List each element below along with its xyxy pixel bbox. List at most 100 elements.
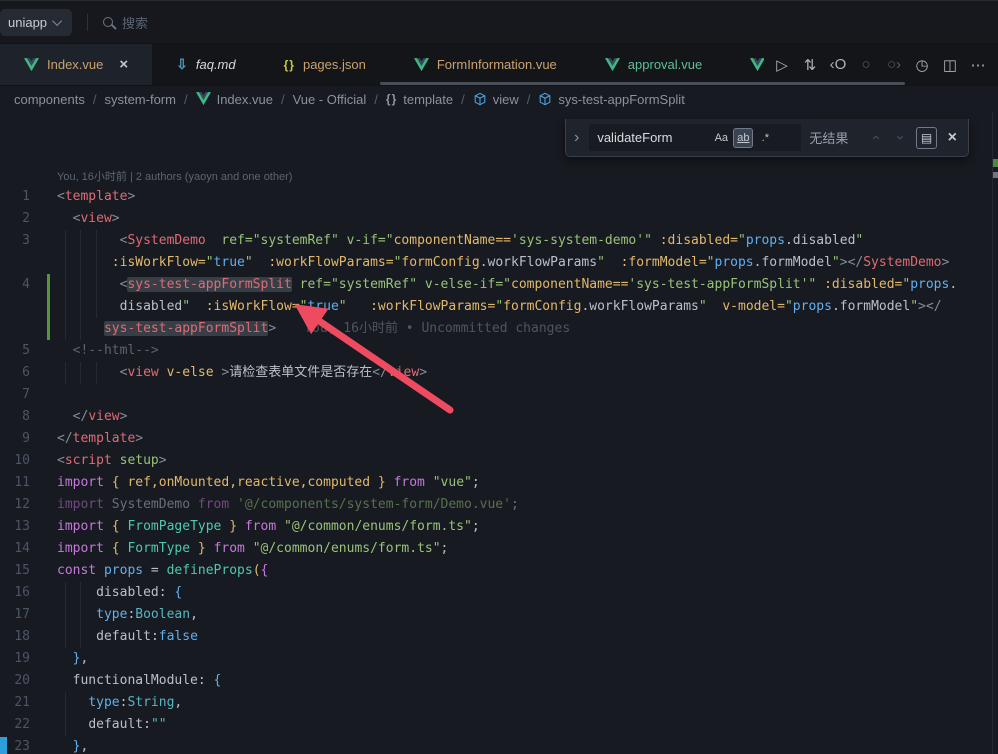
more-actions-icon[interactable]: ⋯: [966, 52, 990, 78]
gutter: 3: [0, 230, 57, 252]
previous-match-button[interactable]: ›: [867, 129, 884, 146]
breadcrumb-item-Vue - Official[interactable]: Vue - Official: [293, 92, 367, 107]
gutter: 6: [0, 362, 57, 384]
find-query-input[interactable]: [597, 130, 709, 145]
line-number[interactable]: 6: [22, 365, 30, 380]
tab-faq.md[interactable]: ⇩faq.md: [152, 44, 259, 85]
line-number[interactable]: 8: [22, 409, 30, 424]
code-text[interactable]: import { FromPageType } from "@/common/e…: [57, 516, 998, 538]
code-text[interactable]: :isWorkFlow="true" :workFlowParams="form…: [57, 252, 998, 274]
find-in-selection-toggle[interactable]: ▤: [916, 127, 936, 149]
code-text[interactable]: disabled" :isWorkFlow="true" :workFlowPa…: [57, 296, 998, 318]
indent-guide: [65, 626, 66, 648]
line-number[interactable]: 23: [14, 739, 30, 754]
line-number[interactable]: 20: [14, 673, 30, 688]
breadcrumb-item-sys-test-appFormSplit[interactable]: sys-test-appFormSplit: [538, 92, 684, 107]
code-text[interactable]: <view v-else >请检查表单文件是否存在</view>: [57, 362, 998, 384]
code-text[interactable]: [57, 384, 998, 406]
global-search-box[interactable]: 搜索: [103, 13, 148, 32]
code-text[interactable]: <sys-test-appFormSplit ref="systemRef" v…: [57, 274, 998, 296]
breadcrumb-item-system-form[interactable]: system-form: [104, 92, 176, 107]
tab-FormInformation.vue[interactable]: FormInformation.vue: [390, 44, 581, 85]
code-text[interactable]: default:"": [57, 714, 998, 736]
line-number[interactable]: 14: [14, 541, 30, 556]
line-number[interactable]: 4: [22, 277, 30, 292]
line-number[interactable]: 1: [22, 189, 30, 204]
modified-gutter-bar: [47, 318, 50, 340]
code-text[interactable]: functionalModule: {: [57, 670, 998, 692]
whole-word-toggle[interactable]: ab: [733, 128, 753, 148]
line-number[interactable]: 12: [14, 497, 30, 512]
code-text[interactable]: <SystemDemo ref="systemRef" v-if="compon…: [57, 230, 998, 252]
code-text[interactable]: type:Boolean,: [57, 604, 998, 626]
code-text[interactable]: import { FormType } from "@/common/enums…: [57, 538, 998, 560]
line-number[interactable]: 16: [14, 585, 30, 600]
code-text[interactable]: <!--html-->: [57, 340, 998, 362]
line-number[interactable]: 22: [14, 717, 30, 732]
gutter: 22: [0, 714, 57, 736]
code-lines: You, 16小时前 | 2 authors (yaoyn and one ot…: [0, 112, 998, 754]
circle-outline-icon[interactable]: ○: [854, 52, 878, 78]
line-number[interactable]: 7: [22, 387, 30, 402]
code-text[interactable]: sys-test-appFormSplit>You, 16小时前 • Uncom…: [57, 318, 998, 340]
run-button[interactable]: ▷: [770, 52, 794, 78]
code-text[interactable]: default:false: [57, 626, 998, 648]
history-icon[interactable]: ◷: [910, 52, 934, 78]
tab-scrollbar[interactable]: [380, 82, 905, 85]
line-number[interactable]: 5: [22, 343, 30, 358]
code-text[interactable]: <view>: [57, 208, 998, 230]
line-number[interactable]: 2: [22, 211, 30, 226]
close-find-icon[interactable]: ×: [945, 129, 960, 147]
breadcrumb-separator: /: [527, 92, 531, 107]
find-input-box[interactable]: Aa ab .*: [589, 124, 801, 151]
indent-guide: [65, 692, 66, 714]
tab-pages.json[interactable]: {}pages.json: [260, 44, 390, 85]
line-number[interactable]: 3: [22, 233, 30, 248]
line-number[interactable]: 17: [14, 607, 30, 622]
project-menu-button[interactable]: uniapp: [0, 9, 72, 36]
code-text[interactable]: },: [57, 648, 998, 670]
split-editor-icon[interactable]: ◫: [938, 52, 962, 78]
breadcrumb-item-template[interactable]: {}template: [386, 92, 453, 107]
open-changes-icon[interactable]: ‹O: [826, 52, 850, 78]
code-line: 2 <view>: [0, 208, 998, 230]
code-text[interactable]: </template>: [57, 428, 998, 450]
compare-changes-icon[interactable]: ⇅: [798, 52, 822, 78]
code-text[interactable]: const props = defineProps({: [57, 560, 998, 582]
codelens-text[interactable]: You, 16小时前 | 2 authors (yaoyn and one ot…: [57, 168, 998, 186]
tab-Index.vue[interactable]: Index.vue×: [0, 44, 152, 85]
code-text[interactable]: disabled: {: [57, 582, 998, 604]
match-case-toggle[interactable]: Aa: [711, 128, 731, 148]
code-text[interactable]: import { ref,onMounted,reactive,computed…: [57, 472, 998, 494]
code-line: 21 type:String,: [0, 692, 998, 714]
circle-arrow-icon[interactable]: ○›: [882, 52, 906, 78]
line-number[interactable]: 13: [14, 519, 30, 534]
line-number[interactable]: 10: [14, 453, 30, 468]
code-line: 8 </view>: [0, 406, 998, 428]
breadcrumb-item-Index.vue[interactable]: Index.vue: [196, 92, 273, 107]
overview-ruler[interactable]: [992, 112, 998, 754]
breadcrumb-item-view[interactable]: view: [473, 92, 519, 107]
line-number[interactable]: 19: [14, 651, 30, 666]
tab-approval.vue[interactable]: approval.vue: [581, 44, 726, 85]
code-text[interactable]: },: [57, 736, 998, 754]
close-tab-icon[interactable]: ×: [119, 56, 128, 73]
code-line: 7: [0, 384, 998, 406]
line-number[interactable]: 11: [14, 475, 30, 490]
code-text[interactable]: <template>: [57, 186, 998, 208]
ruler-mark: [993, 172, 998, 178]
line-number[interactable]: 21: [14, 695, 30, 710]
code-text[interactable]: <script setup>: [57, 450, 998, 472]
code-text[interactable]: import SystemDemo from '@/components/sys…: [57, 494, 998, 516]
find-expand-chevron[interactable]: ›: [572, 129, 581, 147]
gutter: [0, 168, 57, 186]
code-text[interactable]: </view>: [57, 406, 998, 428]
breadcrumb-item-components[interactable]: components: [14, 92, 85, 107]
tab-FlowInfo.vu[interactable]: FlowInfo.vu: [726, 44, 764, 85]
code-text[interactable]: type:String,: [57, 692, 998, 714]
regex-toggle[interactable]: .*: [755, 128, 775, 148]
line-number[interactable]: 18: [14, 629, 30, 644]
next-match-button[interactable]: ›: [892, 129, 909, 146]
line-number[interactable]: 15: [14, 563, 30, 578]
line-number[interactable]: 9: [22, 431, 30, 446]
